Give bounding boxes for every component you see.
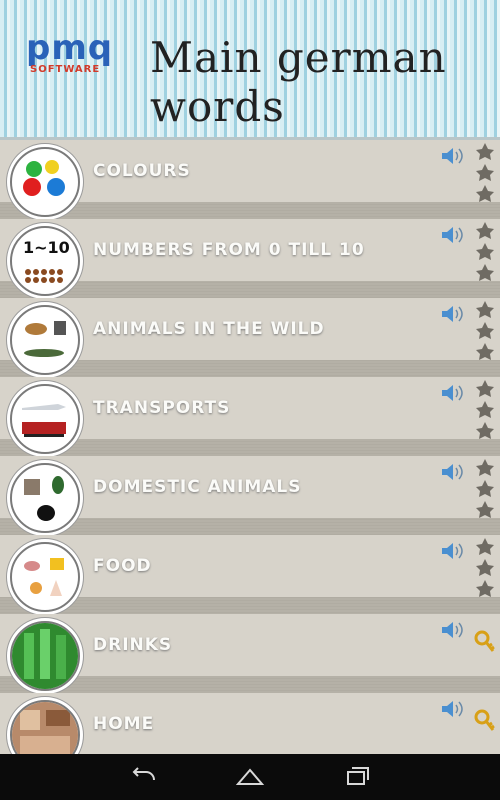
app-header: pmq SOFTWARE Main german words [0, 0, 500, 140]
star-rating-icon [474, 221, 496, 283]
category-label: ANIMALS IN THE WILD [93, 319, 325, 339]
logo-text: pmq [26, 28, 114, 68]
recents-icon[interactable] [340, 764, 372, 790]
category-row-numbers[interactable]: 1~10 NUMBERS FROM 0 TILL 10 [0, 219, 500, 299]
logo-subtext: SOFTWARE [30, 64, 101, 75]
speaker-icon[interactable] [440, 145, 468, 167]
wild-animals-thumbnail [10, 305, 80, 375]
category-label: FOOD [93, 556, 152, 576]
category-row-colours[interactable]: COLOURS [0, 140, 500, 220]
home-icon[interactable] [234, 764, 266, 790]
category-row-wild-animals[interactable]: ANIMALS IN THE WILD [0, 298, 500, 378]
key-icon[interactable] [474, 709, 496, 735]
home-thumbnail [10, 700, 80, 754]
transports-thumbnail [10, 384, 80, 454]
category-label: DRINKS [93, 635, 173, 655]
category-label: COLOURS [93, 161, 191, 181]
numbers-thumbnail: 1~10 [10, 226, 80, 296]
star-rating-icon [474, 537, 496, 599]
speaker-icon[interactable] [440, 619, 468, 641]
star-rating-icon [474, 142, 496, 204]
category-label: NUMBERS FROM 0 TILL 10 [93, 240, 365, 260]
key-icon[interactable] [474, 630, 496, 656]
page-title: Main german words [150, 33, 447, 131]
category-label: DOMESTIC ANIMALS [93, 477, 302, 497]
speaker-icon[interactable] [440, 698, 468, 720]
category-row-food[interactable]: FOOD [0, 535, 500, 615]
drinks-thumbnail [10, 621, 80, 691]
speaker-icon[interactable] [440, 461, 468, 483]
category-row-home[interactable]: HOME [0, 693, 500, 754]
category-label: HOME [93, 714, 155, 734]
category-row-drinks[interactable]: DRINKS [0, 614, 500, 694]
food-thumbnail [10, 542, 80, 612]
star-rating-icon [474, 458, 496, 520]
colours-thumbnail [10, 147, 80, 217]
speaker-icon[interactable] [440, 540, 468, 562]
pmq-software-logo: pmq SOFTWARE [22, 28, 118, 80]
category-list[interactable]: COLOURS 1~10 NUMBERS FROM 0 TILL 10 ANIM… [0, 140, 500, 754]
android-nav-bar [0, 754, 500, 800]
category-row-transports[interactable]: TRANSPORTS [0, 377, 500, 457]
back-icon[interactable] [128, 764, 160, 790]
speaker-icon[interactable] [440, 303, 468, 325]
category-label: TRANSPORTS [93, 398, 231, 418]
domestic-animals-thumbnail [10, 463, 80, 533]
speaker-icon[interactable] [440, 382, 468, 404]
star-rating-icon [474, 300, 496, 362]
speaker-icon[interactable] [440, 224, 468, 246]
star-rating-icon [474, 379, 496, 441]
category-row-domestic-animals[interactable]: DOMESTIC ANIMALS [0, 456, 500, 536]
